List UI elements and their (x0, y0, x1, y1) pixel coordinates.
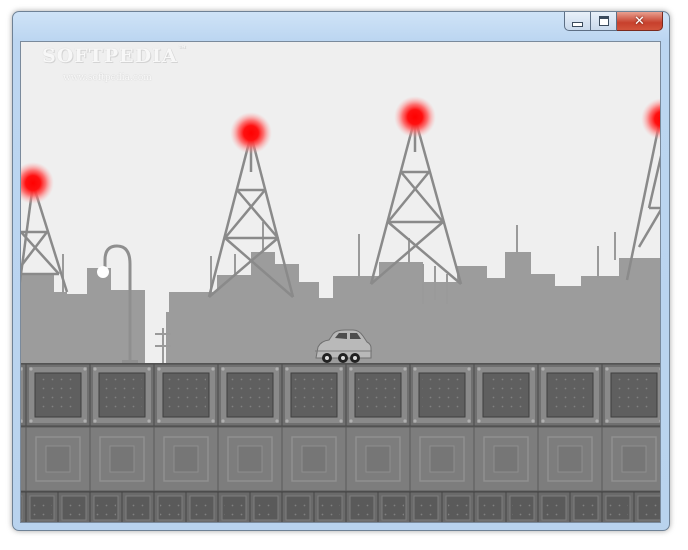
floor-tile (153, 491, 187, 522)
embossed-panel (89, 426, 155, 492)
metal-panel (217, 363, 283, 427)
embossed-panel (345, 426, 411, 492)
floor-tile (505, 491, 539, 522)
beacon-3 (394, 96, 436, 138)
maximize-button[interactable] (591, 12, 617, 31)
app-window: ✕ SOFTPEDIA™ www.softpedia.com (12, 11, 670, 531)
embossed-panel (601, 426, 660, 492)
metal-panel (21, 363, 27, 427)
beacon-2 (230, 112, 272, 154)
floor-tile (89, 491, 123, 522)
lamp-bulb (97, 266, 109, 278)
maximize-icon (598, 16, 609, 26)
embossed-panel (153, 426, 219, 492)
floor-tile (633, 491, 660, 522)
floor-tile (601, 491, 635, 522)
game-scene (21, 42, 660, 522)
floor-tile (441, 491, 475, 522)
floor-tile (569, 491, 603, 522)
close-icon: ✕ (634, 13, 645, 29)
metal-panel (281, 363, 347, 427)
metal-panel (601, 363, 660, 427)
close-button[interactable]: ✕ (617, 12, 663, 31)
floor-tile (21, 491, 27, 522)
embossed-panel (409, 426, 475, 492)
metal-panel (473, 363, 539, 427)
embossed-panel (537, 426, 603, 492)
embossed-panel (25, 426, 91, 492)
minimize-icon (572, 21, 583, 27)
watermark-title: SOFTPEDIA™ (42, 45, 188, 67)
embossed-panel (281, 426, 347, 492)
floor-tile (281, 491, 315, 522)
floor-tile (185, 491, 219, 522)
caption-buttons: ✕ (564, 12, 663, 32)
embossed-panel (473, 426, 539, 492)
floor-tile (25, 491, 59, 522)
floor-tile (377, 491, 411, 522)
panel-row-middle (21, 426, 660, 492)
floor-tile (473, 491, 507, 522)
floor-tile (537, 491, 571, 522)
floor-tile (57, 491, 91, 522)
minimize-button[interactable] (564, 12, 591, 31)
watermark-url: www.softpedia.com (63, 73, 152, 83)
panel-row-bottom (21, 491, 660, 522)
floor-tile (345, 491, 379, 522)
embossed-panel (217, 426, 283, 492)
title-bar[interactable]: ✕ (13, 12, 669, 42)
embossed-panel (21, 426, 27, 492)
floor-tile (249, 491, 283, 522)
floor-tile (121, 491, 155, 522)
floor-tile (409, 491, 443, 522)
floor-tile (217, 491, 251, 522)
metal-panel (25, 363, 91, 427)
metal-panel (345, 363, 411, 427)
metal-panel (89, 363, 155, 427)
game-canvas[interactable]: SOFTPEDIA™ www.softpedia.com (20, 41, 661, 523)
metal-panel (537, 363, 603, 427)
metal-panel (153, 363, 219, 427)
floor-tile (313, 491, 347, 522)
metal-panel (409, 363, 475, 427)
panel-row-top (21, 363, 660, 427)
